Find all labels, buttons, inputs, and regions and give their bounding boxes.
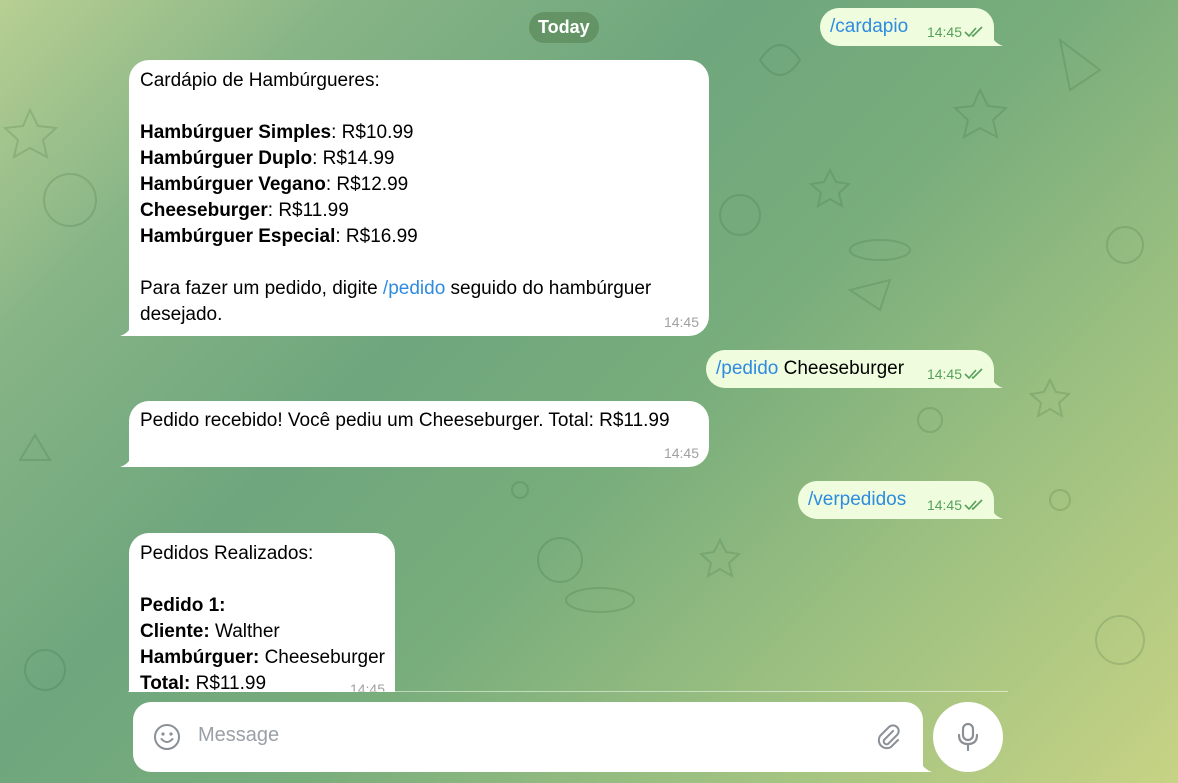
message-time: 14:45 — [927, 24, 984, 40]
menu-item: Hambúrguer Duplo: R$14.99 — [140, 148, 395, 169]
order-total: Total: R$11.99 — [140, 673, 267, 692]
date-separator: Today — [529, 12, 599, 43]
pedido-argument: Cheeseburger — [778, 358, 905, 379]
order-burger: Hambúrguer: Cheeseburger — [140, 647, 385, 668]
paperclip-icon[interactable] — [873, 722, 903, 752]
microphone-icon — [957, 722, 979, 752]
orders-title: Pedidos Realizados: — [140, 543, 314, 564]
confirmation-text: Pedido recebido! Você pediu um Cheesebur… — [140, 410, 670, 431]
message-outgoing-pedido[interactable]: /pedido Cheeseburger 14:45 — [706, 350, 1003, 388]
menu-item: Cheeseburger: R$11.99 — [140, 200, 349, 221]
bubble-tail — [918, 754, 932, 772]
message-time: 14:45 — [663, 445, 699, 461]
bubble-tail — [989, 370, 1003, 388]
bubble-tail — [989, 501, 1003, 519]
menu-item: Hambúrguer Simples: R$10.99 — [140, 122, 414, 143]
message-composer[interactable]: Message — [133, 702, 932, 772]
double-check-icon — [964, 26, 983, 38]
message-time: 14:45 — [663, 314, 699, 330]
menu-item: Hambúrguer Vegano: R$12.99 — [140, 174, 409, 195]
order-client: Cliente: Walther — [140, 621, 280, 642]
menu-instructions: Para fazer um pedido, digite /pedido seg… — [140, 278, 652, 299]
double-check-icon — [964, 368, 983, 380]
chat-history[interactable]: Today /cardapio 14:45 Cardápio de Hambúr… — [0, 0, 1178, 692]
message-outgoing-cardapio[interactable]: /cardapio 14:45 — [820, 8, 1003, 46]
command-link-pedido[interactable]: /pedido — [716, 358, 778, 379]
order-number: Pedido 1: — [140, 595, 226, 616]
menu-instructions-line2: desejado. — [140, 304, 223, 325]
menu-title: Cardápio de Hambúrgueres: — [140, 70, 380, 91]
message-incoming-menu: Cardápio de Hambúrgueres: Hambúrguer Sim… — [120, 60, 709, 336]
command-link-cardapio[interactable]: /cardapio — [830, 14, 908, 40]
message-time: 14:45 — [927, 497, 984, 513]
message-input[interactable]: Message — [198, 724, 279, 747]
composer-divider — [128, 691, 1008, 692]
bubble-tail — [120, 318, 134, 336]
voice-message-button[interactable] — [933, 702, 1003, 772]
bubble-tail — [120, 449, 134, 467]
command-link-pedido[interactable]: /pedido — [383, 278, 445, 299]
smile-icon[interactable] — [153, 723, 181, 751]
message-time: 14:45 — [927, 366, 984, 382]
message-incoming-confirmation: Pedido recebido! Você pediu um Cheesebur… — [120, 401, 709, 467]
message-incoming-orders: Pedidos Realizados: Pedido 1: Cliente: W… — [129, 533, 395, 692]
double-check-icon — [964, 499, 983, 511]
bubble-tail — [989, 28, 1003, 46]
command-link-verpedidos[interactable]: /verpedidos — [808, 487, 906, 513]
message-outgoing-verpedidos[interactable]: /verpedidos 14:45 — [798, 481, 1003, 519]
menu-item: Hambúrguer Especial: R$16.99 — [140, 226, 418, 247]
